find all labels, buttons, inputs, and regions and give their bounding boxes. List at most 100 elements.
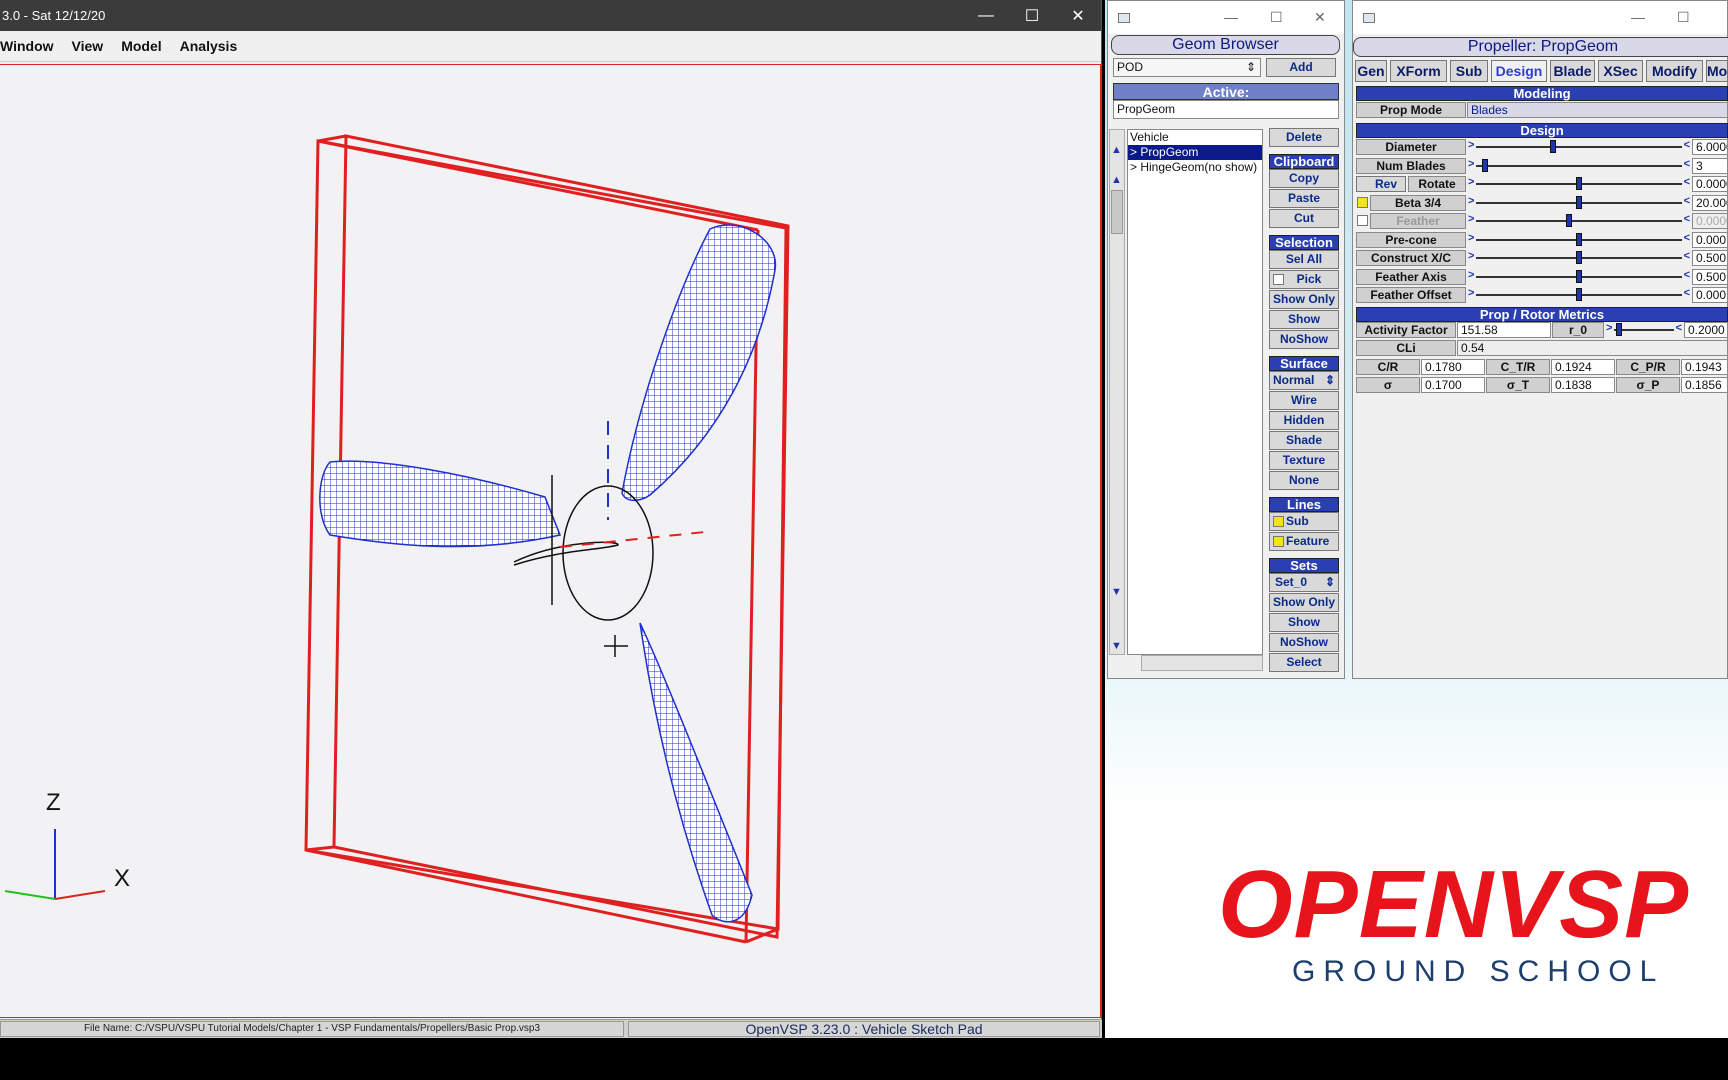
tab-blade[interactable]: Blade	[1550, 60, 1595, 82]
slider-left-arrow-icon[interactable]: >	[1468, 213, 1474, 225]
texture-button[interactable]: Texture	[1269, 451, 1339, 470]
slider-right-arrow-icon[interactable]: <	[1684, 287, 1690, 299]
set-select[interactable]: Set_0 ⇕	[1269, 573, 1339, 592]
sets-select-button[interactable]: Select	[1269, 653, 1339, 672]
beta-3-4-slider[interactable]: > <	[1468, 195, 1690, 210]
show-button[interactable]: Show	[1269, 310, 1339, 329]
slider-knob[interactable]	[1576, 233, 1582, 246]
num-blades-slider[interactable]: > <	[1468, 158, 1690, 173]
slider-right-arrow-icon[interactable]: <	[1684, 176, 1690, 188]
scroll-thumb[interactable]	[1111, 190, 1123, 234]
pre-cone-value[interactable]: 0.000	[1692, 232, 1728, 248]
menu-analysis[interactable]: Analysis	[180, 38, 246, 54]
feather-checkbox[interactable]	[1357, 215, 1368, 226]
slider-left-arrow-icon[interactable]: >	[1468, 287, 1474, 299]
geom-type-select[interactable]: POD ⇕	[1113, 58, 1261, 77]
close-icon[interactable]: ✕	[1314, 9, 1326, 26]
construct-x-c-value[interactable]: 0.500	[1692, 250, 1728, 266]
diameter-slider[interactable]: > <	[1468, 139, 1690, 154]
slider-knob[interactable]	[1482, 159, 1488, 172]
geom-tree[interactable]: Vehicle > PropGeom > HingeGeom(no show)	[1127, 129, 1263, 655]
sub-checkbox[interactable]	[1273, 516, 1284, 527]
slider-knob[interactable]	[1576, 196, 1582, 209]
slider-left-arrow-icon[interactable]: >	[1468, 250, 1474, 262]
scroll-up-icon[interactable]: ▲	[1111, 144, 1122, 156]
beta-3-4-value[interactable]: 20.0000	[1692, 195, 1728, 211]
slider-left-arrow-icon[interactable]: >	[1468, 176, 1474, 188]
sets-show-button[interactable]: Show	[1269, 613, 1339, 632]
slider-right-arrow-icon[interactable]: <	[1684, 195, 1690, 207]
slider-left-arrow-icon[interactable]: >	[1468, 139, 1474, 151]
pick-checkbox[interactable]	[1273, 274, 1284, 285]
tab-gen[interactable]: Gen	[1355, 60, 1387, 82]
shade-button[interactable]: Shade	[1269, 431, 1339, 450]
tab-xform[interactable]: XForm	[1390, 60, 1447, 82]
prop-mode-select[interactable]: Blades	[1467, 102, 1728, 118]
3d-viewport[interactable]: Z X	[0, 64, 1101, 1018]
none-button[interactable]: None	[1269, 471, 1339, 490]
scroll-down-icon[interactable]: ▼	[1111, 586, 1122, 598]
scroll-down-icon[interactable]: ▼	[1111, 640, 1122, 652]
tree-item-propgeom[interactable]: > PropGeom	[1128, 145, 1262, 160]
slider-knob[interactable]	[1576, 288, 1582, 301]
tree-item-vehicle[interactable]: Vehicle	[1128, 130, 1262, 145]
tree-scrollbar-vertical[interactable]: ▲ ▲ ▼ ▼	[1109, 129, 1125, 655]
pre-cone-slider[interactable]: > <	[1468, 232, 1690, 247]
slider-left-arrow-icon[interactable]: >	[1468, 195, 1474, 207]
feather-slider[interactable]: > <	[1468, 213, 1690, 228]
hidden-button[interactable]: Hidden	[1269, 411, 1339, 430]
slider-knob[interactable]	[1576, 270, 1582, 283]
wire-button[interactable]: Wire	[1269, 391, 1339, 410]
minimize-button[interactable]: —	[963, 0, 1009, 31]
tab-design[interactable]: Design	[1491, 60, 1547, 82]
menu-view[interactable]: View	[72, 38, 112, 54]
scroll-up-icon[interactable]: ▲	[1111, 174, 1122, 186]
feature-checkbox[interactable]	[1273, 536, 1284, 547]
tab-mo[interactable]: Mo	[1706, 60, 1728, 82]
menu-window[interactable]: Window	[0, 38, 62, 54]
slider-right-arrow-icon[interactable]: <	[1684, 158, 1690, 170]
slider-left-arrow-icon[interactable]: >	[1468, 269, 1474, 281]
menu-model[interactable]: Model	[121, 38, 169, 54]
slider-right-arrow-icon[interactable]: <	[1684, 139, 1690, 151]
minimize-icon[interactable]: —	[1631, 9, 1645, 25]
show-only-button[interactable]: Show Only	[1269, 290, 1339, 309]
feather-axis-value[interactable]: 0.500	[1692, 269, 1728, 285]
slider-knob[interactable]	[1576, 177, 1582, 190]
maximize-icon[interactable]: ☐	[1270, 9, 1283, 26]
rev-button[interactable]: Rev	[1356, 176, 1406, 192]
sets-show-only-button[interactable]: Show Only	[1269, 593, 1339, 612]
maximize-icon[interactable]: ☐	[1677, 9, 1690, 26]
rotate-value[interactable]: 0.0000	[1692, 176, 1728, 192]
diameter-value[interactable]: 6.0000	[1692, 139, 1728, 155]
tab-modify[interactable]: Modify	[1646, 60, 1703, 82]
slider-knob[interactable]	[1550, 140, 1556, 153]
slider-right-arrow-icon[interactable]: <	[1684, 250, 1690, 262]
feature-lines-toggle[interactable]: Feature	[1269, 532, 1339, 551]
close-button[interactable]: ✕	[1055, 0, 1101, 31]
construct-x-c-slider[interactable]: > <	[1468, 250, 1690, 265]
tree-item-hingegeom[interactable]: > HingeGeom(no show)	[1128, 160, 1262, 175]
feather-axis-slider[interactable]: > <	[1468, 269, 1690, 284]
slider-knob[interactable]	[1576, 251, 1582, 264]
num-blades-value[interactable]: 3	[1692, 158, 1728, 174]
minimize-icon[interactable]: —	[1224, 9, 1238, 25]
r0-value[interactable]: 0.2000	[1684, 322, 1728, 338]
paste-button[interactable]: Paste	[1269, 189, 1339, 208]
sel-all-button[interactable]: Sel All	[1269, 250, 1339, 269]
slider-left-arrow-icon[interactable]: >	[1468, 232, 1474, 244]
r0-slider[interactable]: > <	[1606, 322, 1682, 337]
tab-sub[interactable]: Sub	[1450, 60, 1488, 82]
slider-knob[interactable]	[1566, 214, 1572, 227]
pick-button[interactable]: Pick	[1269, 270, 1339, 289]
active-geom-field[interactable]: PropGeom	[1113, 100, 1339, 119]
slider-left-arrow-icon[interactable]: >	[1468, 158, 1474, 170]
tree-scrollbar-horizontal[interactable]	[1141, 655, 1263, 671]
noshow-button[interactable]: NoShow	[1269, 330, 1339, 349]
slider-right-arrow-icon[interactable]: <	[1684, 213, 1690, 225]
surface-mode-select[interactable]: Normal ⇕	[1269, 371, 1339, 390]
sub-lines-toggle[interactable]: Sub	[1269, 512, 1339, 531]
feather-value[interactable]: 0.0000	[1692, 213, 1728, 229]
feather-offset-value[interactable]: 0.000	[1692, 287, 1728, 303]
add-button[interactable]: Add	[1266, 58, 1336, 77]
